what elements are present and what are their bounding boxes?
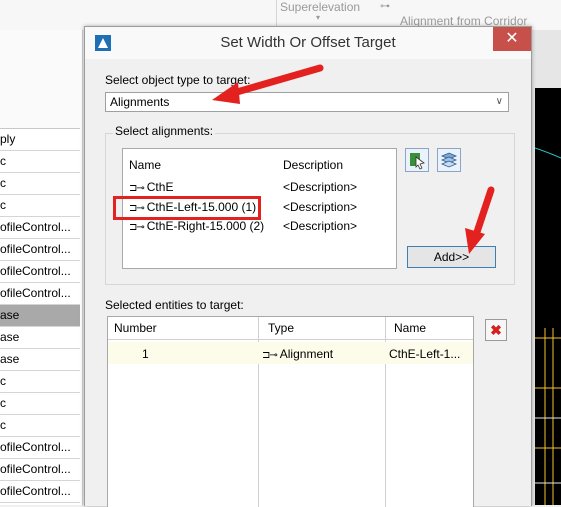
column-header-number[interactable]: Number [114,321,157,335]
panel-row[interactable]: ofileControl... [0,239,80,261]
list-item-description: <Description> [283,200,358,214]
list-item-description: <Description> [283,180,358,194]
panel-row[interactable]: ofileControl... [0,481,80,503]
dialog-title: Set Width Or Offset Target [220,34,396,51]
close-button[interactable]: ✕ [493,27,531,51]
dialog-titlebar[interactable]: Set Width Or Offset Target ✕ [85,27,531,59]
panel-row[interactable]: ply [0,129,80,151]
highlight-box-annotation [113,196,261,220]
drawing-canvas[interactable] [535,88,561,505]
panel-row[interactable]: ofileControl... [0,459,80,481]
ribbon-superelevation[interactable]: Superelevation [280,0,360,14]
table-cell-type: ⊐⊸ Alignment [262,347,334,361]
panel-row[interactable]: ase [0,327,80,349]
panel-row[interactable]: c [0,195,80,217]
panel-row[interactable]: c [0,371,80,393]
column-header-type[interactable]: Type [268,321,294,335]
panel-row[interactable]: c [0,393,80,415]
list-item[interactable]: ⊐⊸ CthE [129,180,173,194]
alignment-icon: ⊶ [380,1,390,12]
panel-row[interactable]: c [0,415,80,437]
alignment-icon: ⊐⊸ [262,350,278,361]
panel-row[interactable]: c [0,151,80,173]
panel-row[interactable]: ofileControl... [0,283,80,305]
alignment-icon: ⊐⊸ [129,222,145,233]
panel-empty-area [0,30,80,129]
layers-icon [440,152,458,168]
panel-row[interactable]: ofileControl... [0,437,80,459]
alignment-icon: ⊐⊸ [129,183,145,194]
pick-from-drawing-icon [410,153,425,170]
column-header-name[interactable]: Name [129,158,161,172]
panel-row[interactable]: ofileControl... [0,261,80,283]
column-header-name[interactable]: Name [394,321,426,335]
panel-row[interactable]: c [0,173,80,195]
table-cell-number: 1 [142,347,149,361]
prospector-panel: ply c c c ofileControl... ofileControl... ofil… [0,30,83,505]
panel-row[interactable]: ofileControl... [0,217,80,239]
select-alignments-label: Select alignments: [113,124,216,138]
arrow-annotation [465,186,495,254]
selected-entities-label: Selected entities to target: [105,298,244,312]
select-from-drawing-button[interactable] [405,148,429,172]
list-item[interactable]: ⊐⊸ CthE-Right-15.000 (2) [129,219,264,233]
column-header-description[interactable]: Description [283,158,343,172]
panel-row[interactable]: ase [0,349,80,371]
chevron-down-icon: ∨ [495,96,503,107]
panel-row[interactable]: ase [0,305,80,327]
selected-entities-table[interactable]: Number Type Name 1 ⊐⊸ Alignment CthE-Left… [107,316,474,507]
table-cell-name: CthE-Left-1... [389,347,461,361]
object-type-value: Alignments [110,95,170,109]
select-all-button[interactable] [437,148,461,172]
cad-lines [535,147,561,505]
list-item-description: <Description> [283,219,358,233]
delete-button[interactable]: ✖ [485,319,507,341]
arrow-annotation [212,64,324,104]
ribbon-dropdown-icon[interactable]: ▾ [316,13,320,22]
